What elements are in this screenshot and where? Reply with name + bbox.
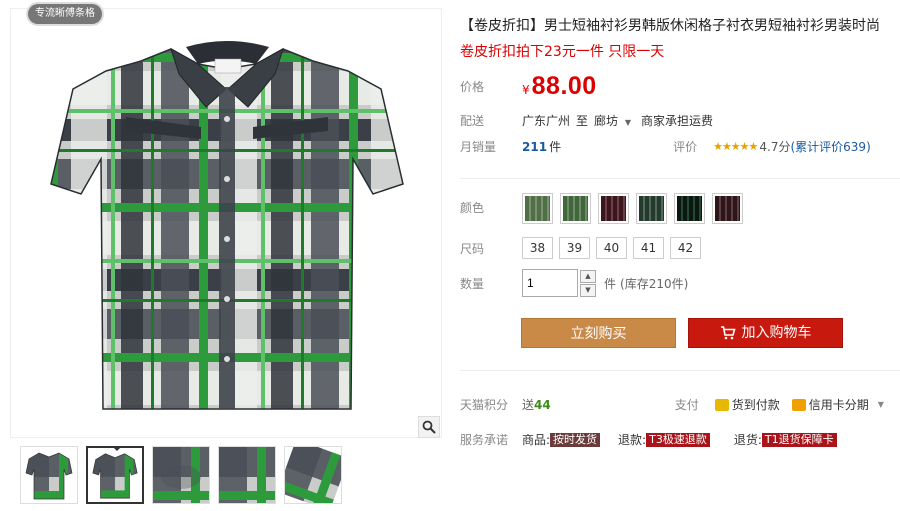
price-label: 价格 [460, 80, 485, 94]
cart-icon [720, 326, 736, 340]
color-row: 颜色 [460, 193, 743, 224]
quantity-stepper: ▲ ▼ [580, 269, 596, 297]
stock-text: (库存210件) [620, 276, 689, 291]
points-value: 44 [534, 397, 551, 412]
price-row: 价格 ¥ 88.00 [460, 72, 597, 101]
thumbnail-3[interactable] [152, 446, 210, 504]
service-refund-badge[interactable]: T3极速退款 [646, 432, 710, 447]
add-to-cart-button[interactable]: 加入购物车 [688, 318, 843, 348]
quantity-input[interactable] [522, 269, 578, 297]
service-row: 服务承诺 商品: 按时发货 退款: T3极速退款 退货: T1退货保障卡 [460, 431, 837, 448]
color-swatch-4[interactable] [636, 193, 667, 224]
divider [460, 370, 900, 371]
service-goods-badge[interactable]: 按时发货 [550, 432, 601, 447]
rating-count-link[interactable]: (累计评价639) [790, 138, 870, 155]
main-product-image[interactable] [10, 8, 442, 438]
swatch-shirt-image [677, 196, 702, 221]
fabric-closeup-image [285, 447, 341, 503]
product-gallery: 专流晰傅条格 [0, 0, 445, 511]
size-option-42[interactable]: 42 [670, 237, 701, 259]
divider [460, 178, 900, 179]
chevron-down-icon: ▼ [624, 118, 632, 127]
cod-label: 货到付款 [731, 398, 780, 412]
buy-now-button[interactable]: 立刻购买 [521, 318, 676, 348]
delivery-destination: 廊坊 [594, 114, 619, 128]
color-swatch-2[interactable] [560, 193, 591, 224]
service-label: 服务承诺 [460, 433, 509, 447]
quantity-down-button[interactable]: ▼ [580, 283, 596, 297]
delivery-label: 配送 [460, 114, 485, 128]
color-swatch-5[interactable] [674, 193, 705, 224]
cod-option: 货到付款 [714, 396, 780, 413]
promo-subtitle: 卷皮折扣拍下23元一件 只限一天 [460, 44, 665, 60]
size-label: 尺码 [460, 241, 485, 256]
zoom-button[interactable] [418, 416, 440, 438]
points-prefix: 送 [522, 398, 535, 412]
quantity-label: 数量 [460, 276, 485, 291]
shirt-thumb-image [25, 452, 73, 500]
service-refund-prefix: 退款: [618, 433, 647, 447]
stock-unit: 件 [604, 276, 617, 291]
installment-label: 信用卡分期 [808, 398, 869, 412]
color-swatch-1[interactable] [522, 193, 553, 224]
product-info: 【卷皮折扣】男士短袖衬衫男韩版休闲格子衬衣男短袖衬衫男装时尚 卷皮折扣拍下23元… [460, 0, 900, 511]
cash-icon [714, 398, 729, 411]
installment-option[interactable]: 信用卡分期 ▼ [791, 396, 884, 413]
shipping-note: 商家承担运费 [641, 114, 714, 128]
service-goods-prefix: 商品: [522, 433, 551, 447]
swatch-shirt-image [563, 196, 588, 221]
price-value: 88.00 [531, 72, 597, 100]
swatch-shirt-image [639, 196, 664, 221]
swatch-shirt-image [715, 196, 740, 221]
size-option-38[interactable]: 38 [522, 237, 553, 259]
size-row: 尺码 38 39 40 41 42 [460, 237, 701, 259]
delivery-destination-select[interactable]: 廊坊 ▼ [594, 112, 631, 129]
size-options: 38 39 40 41 42 [522, 237, 701, 259]
star-rating-icon: ★★★★★ [713, 140, 758, 153]
rating-score: 4.7分 [759, 140, 791, 154]
thumbnail-2[interactable] [86, 446, 144, 504]
swatch-shirt-image [525, 196, 550, 221]
points-label: 天猫积分 [460, 398, 509, 412]
shirt-thumb-image [92, 453, 138, 499]
size-option-40[interactable]: 40 [596, 237, 627, 259]
thumbnail-1[interactable] [20, 446, 78, 504]
thumbnail-5[interactable] [284, 446, 342, 504]
size-option-39[interactable]: 39 [559, 237, 590, 259]
currency-symbol: ¥ [522, 82, 530, 97]
fabric-closeup-image [219, 447, 275, 503]
shirt-illustration [50, 41, 404, 410]
color-swatch-3[interactable] [598, 193, 629, 224]
points-row: 天猫积分 送 44 支付 货到付款 信用卡分期 ▼ [460, 396, 884, 413]
rating-label: 评价 [673, 140, 698, 154]
delivery-from: 广东广州 [522, 114, 571, 128]
delivery-to-word: 至 [576, 114, 589, 128]
swatch-shirt-image [601, 196, 626, 221]
chevron-down-icon: ▼ [877, 400, 884, 409]
thumbnail-4[interactable] [218, 446, 276, 504]
credit-card-icon [791, 398, 806, 411]
sales-label: 月销量 [460, 140, 497, 154]
product-title: 【卷皮折扣】男士短袖衬衫男韩版休闲格子衬衣男短袖衬衫男装时尚 [460, 18, 880, 34]
color-swatches [522, 193, 743, 224]
quantity-row: 数量 ▲ ▼ 件 (库存210件) [460, 269, 688, 297]
size-option-41[interactable]: 41 [633, 237, 664, 259]
fabric-closeup-image [153, 447, 209, 503]
quantity-up-button[interactable]: ▲ [580, 269, 596, 283]
magnifier-icon [422, 420, 436, 434]
payment-label: 支付 [674, 398, 699, 412]
add-to-cart-label: 加入购物车 [741, 325, 812, 341]
sales-unit: 件 [549, 140, 562, 154]
sales-count: 211 [522, 139, 548, 154]
service-return-prefix: 退货: [733, 433, 762, 447]
color-swatch-6[interactable] [712, 193, 743, 224]
thumbnail-strip [20, 446, 342, 504]
color-label: 颜色 [460, 201, 485, 215]
shop-tag: 专流晰傅条格 [28, 4, 102, 24]
sales-row: 月销量 211 件 评价 ★★★★★ 4.7分 (累计评价639) [460, 138, 871, 155]
delivery-row: 配送 广东广州 至 廊坊 ▼ 商家承担运费 [460, 112, 713, 129]
service-return-badge[interactable]: T1退货保障卡 [761, 432, 837, 447]
